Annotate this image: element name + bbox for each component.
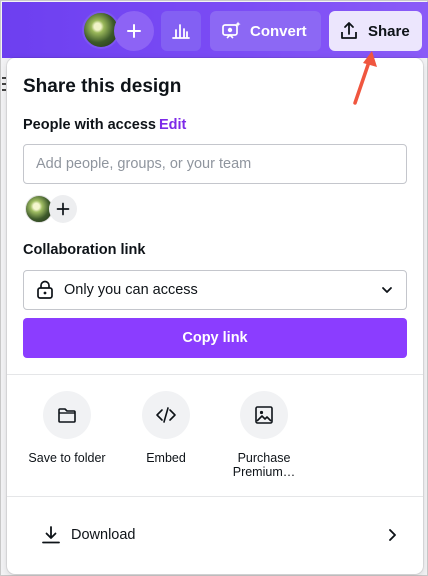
bar-chart-icon bbox=[172, 24, 190, 39]
insights-button[interactable] bbox=[161, 11, 201, 51]
embed-circle bbox=[142, 391, 190, 439]
save-to-folder-action[interactable]: Save to folder bbox=[17, 391, 117, 465]
annotation-arrow-icon bbox=[353, 51, 377, 105]
code-icon bbox=[156, 407, 176, 423]
convert-button[interactable]: Convert bbox=[210, 11, 321, 51]
save-to-folder-label: Save to folder bbox=[28, 451, 106, 465]
panel-title: Share this design bbox=[23, 76, 182, 97]
people-with-access-label: People with access bbox=[23, 117, 156, 133]
window-frame: Convert Share Share this design People w… bbox=[0, 0, 428, 576]
share-upload-icon bbox=[341, 22, 357, 39]
embed-label: Embed bbox=[146, 451, 186, 465]
share-panel: Share this design People with access Edi… bbox=[7, 58, 423, 574]
folder-icon bbox=[58, 408, 76, 423]
add-collaborator-button[interactable] bbox=[114, 11, 154, 51]
download-icon bbox=[42, 526, 60, 544]
collaboration-link-label: Collaboration link bbox=[23, 242, 146, 258]
divider bbox=[7, 374, 423, 375]
purchase-premium-label: Purchase Premium… bbox=[232, 451, 296, 479]
chevron-down-icon bbox=[382, 287, 392, 293]
image-icon bbox=[255, 406, 273, 424]
plus-icon bbox=[127, 24, 141, 38]
download-row[interactable]: Download bbox=[7, 513, 423, 557]
add-member-button[interactable] bbox=[49, 195, 77, 223]
save-to-folder-circle bbox=[43, 391, 91, 439]
share-label: Share bbox=[368, 22, 410, 40]
add-people-input[interactable] bbox=[23, 144, 407, 184]
embed-action[interactable]: Embed bbox=[116, 391, 216, 465]
lock-icon bbox=[37, 280, 53, 299]
purchase-premium-circle bbox=[240, 391, 288, 439]
plus-icon bbox=[56, 202, 70, 216]
chevron-right-icon bbox=[389, 529, 396, 541]
link-access-dropdown[interactable]: Only you can access bbox=[23, 270, 407, 310]
convert-label: Convert bbox=[250, 22, 307, 40]
divider bbox=[7, 496, 423, 497]
convert-sparkle-icon bbox=[222, 21, 241, 39]
purchase-premium-action[interactable]: Purchase Premium… bbox=[214, 391, 314, 479]
copy-link-button[interactable]: Copy link bbox=[23, 318, 407, 358]
copy-link-label: Copy link bbox=[182, 330, 248, 346]
link-access-value: Only you can access bbox=[64, 282, 198, 298]
download-label: Download bbox=[71, 527, 136, 543]
edit-access-link[interactable]: Edit bbox=[159, 117, 186, 133]
